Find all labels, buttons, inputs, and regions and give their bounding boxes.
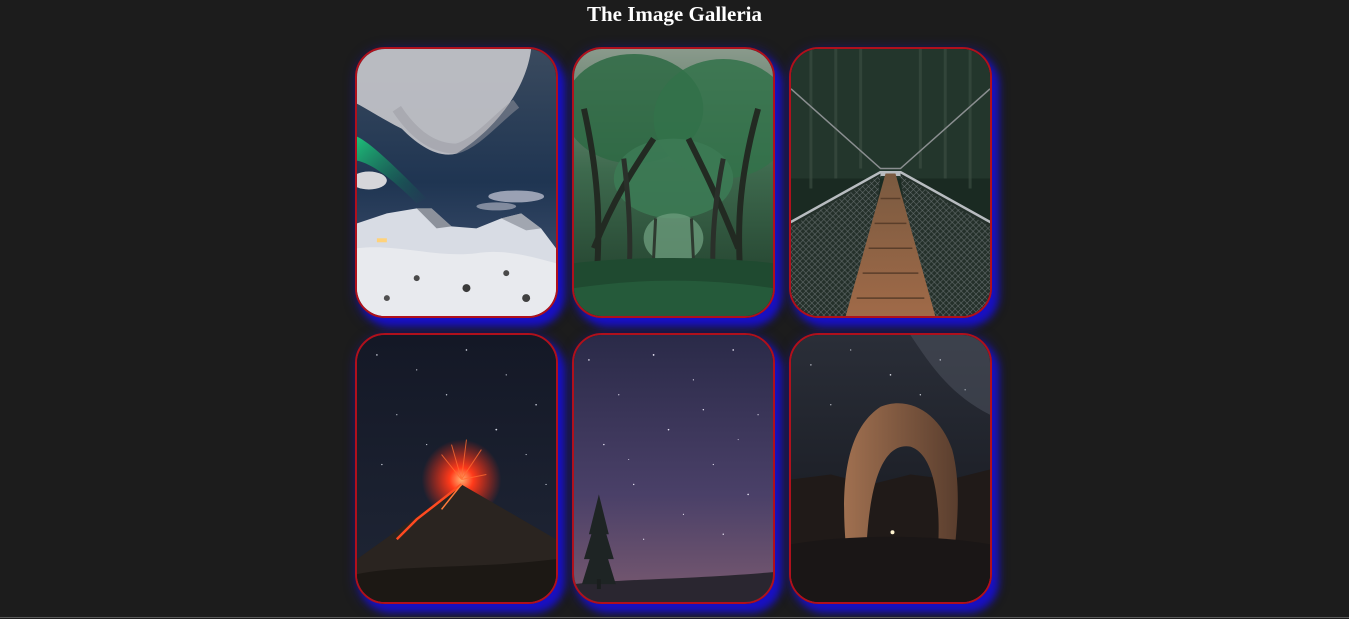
gallery-image-volcano[interactable] — [355, 333, 558, 604]
gallery-image-arch[interactable] — [789, 333, 992, 604]
gallery-image-aurora[interactable] — [355, 47, 558, 318]
gallery-image-starry-sky[interactable] — [572, 333, 775, 604]
page-title: The Image Galleria — [587, 2, 762, 26]
image-gallery — [355, 47, 995, 607]
suspension-bridge-photo — [791, 49, 990, 316]
starry-sky-photo — [574, 335, 773, 602]
gallery-image-suspension-bridge[interactable] — [789, 47, 992, 318]
gallery-image-forest-path[interactable] — [572, 47, 775, 318]
aurora-mountain-photo — [357, 49, 556, 316]
volcano-night-photo — [357, 335, 556, 602]
arch-milky-way-photo — [791, 335, 990, 602]
forest-path-photo — [574, 49, 773, 316]
page-divider — [0, 617, 1349, 618]
